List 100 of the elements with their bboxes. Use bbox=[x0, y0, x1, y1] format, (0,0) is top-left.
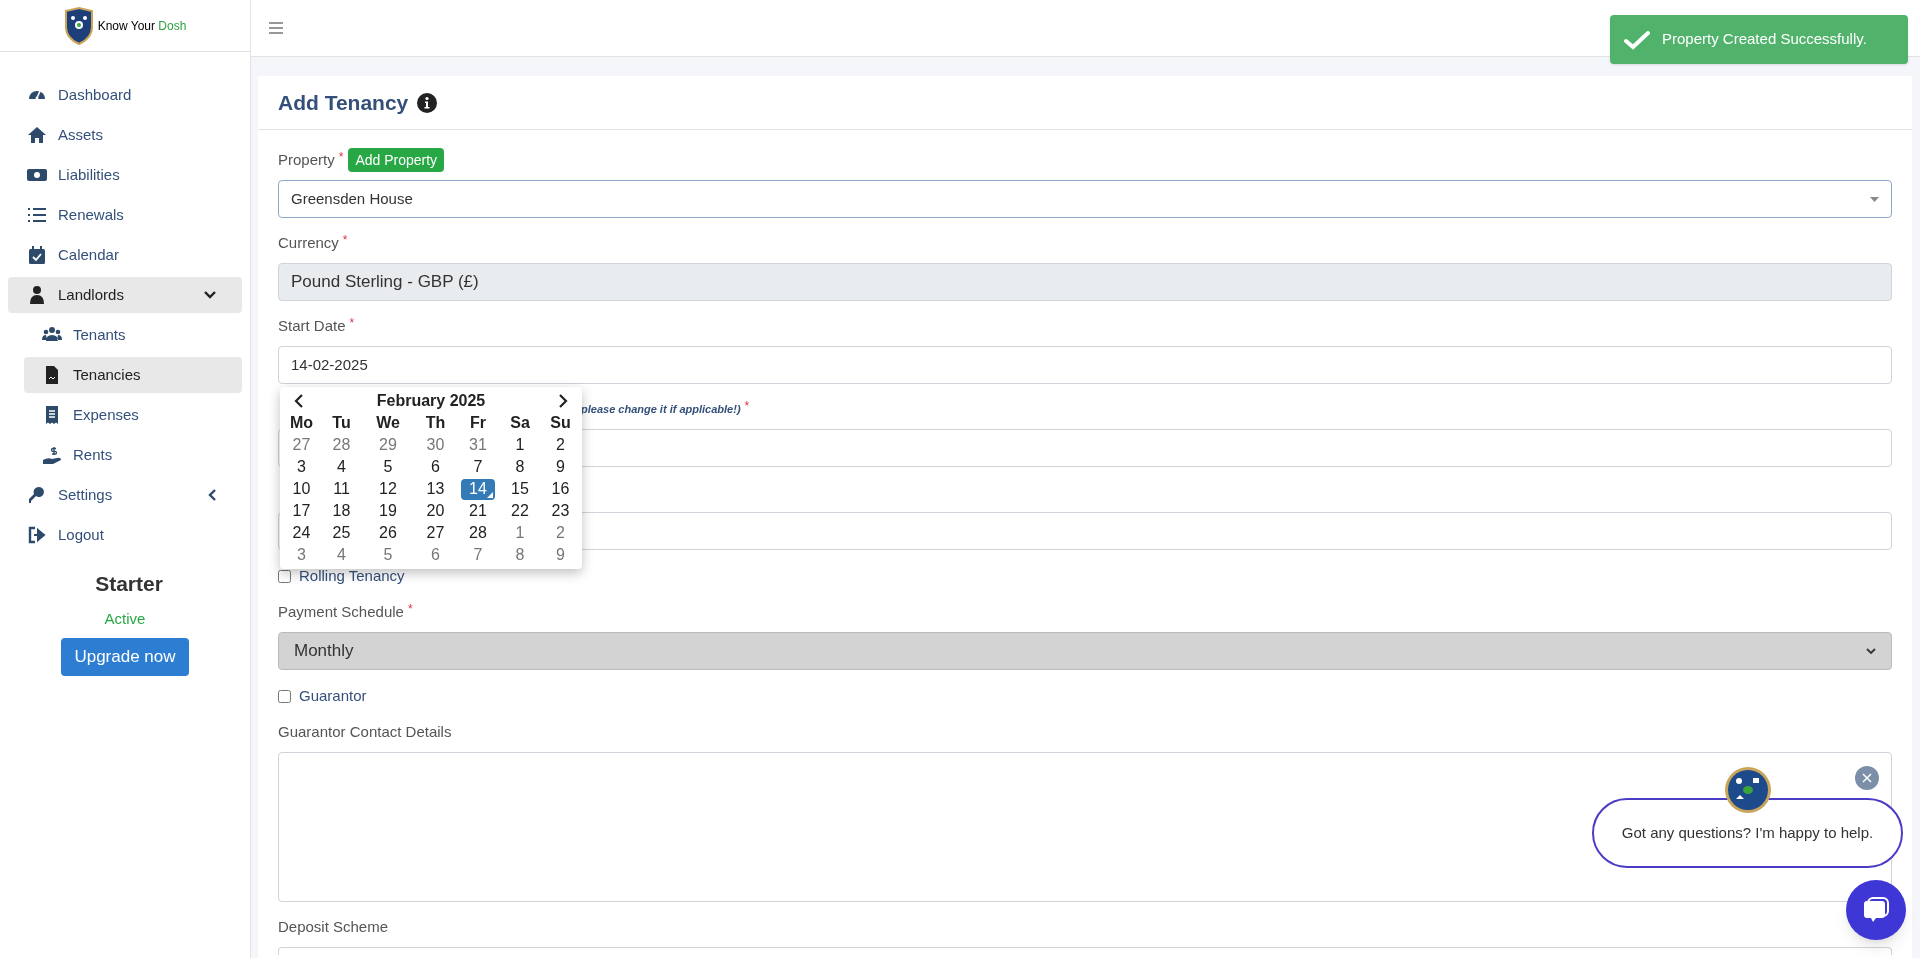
info-icon[interactable] bbox=[417, 92, 438, 113]
calendar-day[interactable]: 7 bbox=[473, 544, 483, 566]
input-field[interactable]: 14-02-2025 bbox=[278, 346, 1892, 384]
field-note: please change it if applicable!) bbox=[581, 401, 741, 417]
calendar-day[interactable]: 6 bbox=[431, 456, 440, 478]
calendar-day[interactable]: 15 bbox=[511, 478, 529, 500]
calendar-day[interactable]: 31 bbox=[469, 434, 487, 456]
house-icon bbox=[27, 125, 47, 145]
calendar-day[interactable]: 6 bbox=[431, 544, 440, 566]
chevron-down-icon bbox=[1866, 647, 1876, 655]
calendar-day[interactable]: 1 bbox=[515, 522, 525, 544]
field-label: Start Date bbox=[278, 315, 346, 336]
calendar-day[interactable]: 25 bbox=[332, 522, 351, 544]
plan-name: Starter bbox=[95, 571, 163, 597]
required-mark: * bbox=[407, 601, 413, 618]
chevron-left-icon bbox=[208, 489, 216, 501]
upgrade-button[interactable]: Upgrade now bbox=[61, 638, 189, 676]
previous-month-icon[interactable] bbox=[294, 394, 303, 408]
calendar-day[interactable]: 3 bbox=[297, 456, 306, 478]
weekday-label: Su bbox=[549, 413, 572, 433]
sidebar-item[interactable]: Logout bbox=[8, 517, 242, 553]
check-icon bbox=[1624, 29, 1650, 50]
calendar-day[interactable]: 2 bbox=[556, 522, 565, 544]
calendar-day[interactable]: 29 bbox=[379, 434, 397, 456]
calendar-day[interactable]: 27 bbox=[292, 434, 311, 456]
field-label: Property bbox=[278, 149, 335, 170]
sidebar-item[interactable]: Renewals bbox=[8, 197, 242, 233]
calendar-day[interactable]: 22 bbox=[511, 500, 529, 522]
sidebar-item[interactable]: Landlords bbox=[8, 277, 242, 313]
checkbox[interactable] bbox=[278, 689, 291, 703]
calendar-day[interactable]: 12 bbox=[379, 478, 397, 500]
calendar-day[interactable]: 24 bbox=[292, 522, 311, 544]
property-select[interactable]: Greensden House bbox=[278, 180, 1892, 218]
calendar-day[interactable]: 26 bbox=[379, 522, 397, 544]
sidebar-subitem[interactable]: Expenses bbox=[24, 397, 242, 433]
close-icon bbox=[1862, 773, 1872, 783]
checkbox-label: Rolling Tenancy bbox=[299, 565, 405, 586]
month-title[interactable]: February 2025 bbox=[376, 389, 486, 413]
input-field[interactable] bbox=[278, 947, 1892, 955]
calendar-day[interactable]: 21 bbox=[469, 500, 487, 522]
list-icon bbox=[27, 205, 47, 225]
calendar-day[interactable]: 16 bbox=[551, 478, 570, 500]
chat-bubble[interactable]: Got any questions? I'm happy to help. bbox=[1592, 798, 1903, 868]
sidebar-item[interactable]: Calendar bbox=[8, 237, 242, 273]
field-label: Guarantor Contact Details bbox=[278, 721, 452, 742]
calendar-day[interactable]: 9 bbox=[556, 544, 565, 566]
exit-icon bbox=[27, 525, 47, 545]
calendar-day[interactable]: 17 bbox=[292, 500, 311, 522]
caret-icon bbox=[1870, 196, 1879, 202]
calendar-day[interactable]: 9 bbox=[556, 456, 565, 478]
currency-field: Pound Sterling - GBP (£) bbox=[278, 263, 1892, 301]
calendar-day[interactable]: 1 bbox=[515, 434, 525, 456]
calendar-day[interactable]: 2 bbox=[556, 434, 565, 456]
calendar-day[interactable]: 5 bbox=[383, 544, 393, 566]
page-title: Add Tenancy bbox=[278, 89, 409, 116]
weekday-label: Tu bbox=[331, 413, 352, 433]
required-mark: * bbox=[342, 232, 348, 249]
calendar-day[interactable]: 14 bbox=[461, 478, 495, 500]
sidebar-item[interactable]: Dashboard bbox=[8, 77, 242, 113]
sidebar-subitem[interactable]: Rents bbox=[24, 437, 242, 473]
hand-coin-icon bbox=[42, 445, 62, 465]
sidebar-subitem[interactable]: Tenancies bbox=[24, 357, 242, 393]
calendar-day[interactable]: 4 bbox=[337, 456, 346, 478]
calendar-day[interactable]: 28 bbox=[332, 434, 351, 456]
calendar-day[interactable]: 28 bbox=[469, 522, 487, 544]
calendar-day[interactable]: 3 bbox=[297, 544, 306, 566]
calendar-day[interactable]: 10 bbox=[292, 478, 311, 500]
calendar-day[interactable]: 27 bbox=[426, 522, 445, 544]
calendar-day[interactable]: 18 bbox=[332, 500, 351, 522]
field-label: Currency bbox=[278, 232, 339, 253]
weekday-label: Mo bbox=[288, 413, 315, 433]
required-mark: * bbox=[744, 398, 750, 415]
sidebar-item[interactable]: Settings bbox=[8, 477, 242, 513]
sidebar-item[interactable]: Liabilities bbox=[8, 157, 242, 193]
schedule-select[interactable]: Monthly bbox=[278, 632, 1892, 670]
person-icon bbox=[27, 285, 47, 305]
calendar-icon bbox=[27, 245, 47, 265]
calendar-day[interactable]: 4 bbox=[337, 544, 346, 566]
checkbox[interactable] bbox=[278, 569, 291, 583]
menu-icon[interactable] bbox=[269, 22, 283, 34]
chevron-down-icon bbox=[204, 291, 216, 299]
field-label: Deposit Scheme bbox=[278, 916, 389, 937]
shield-logo-icon bbox=[63, 6, 94, 45]
chat-icon bbox=[1862, 896, 1890, 924]
calendar-day[interactable]: 11 bbox=[333, 478, 350, 500]
calendar-day[interactable]: 23 bbox=[551, 500, 570, 522]
next-month-icon[interactable] bbox=[559, 394, 568, 408]
calendar-day[interactable]: 7 bbox=[473, 456, 483, 478]
calendar-day[interactable]: 20 bbox=[426, 500, 445, 522]
calendar-day[interactable]: 8 bbox=[515, 456, 525, 478]
corner-mark-icon bbox=[486, 491, 493, 498]
calendar-day[interactable]: 19 bbox=[379, 500, 397, 522]
calendar-day[interactable]: 5 bbox=[383, 456, 393, 478]
sidebar-item[interactable]: Assets bbox=[8, 117, 242, 153]
calendar-day[interactable]: 8 bbox=[515, 544, 525, 566]
sidebar-subitem[interactable]: Tenants bbox=[24, 317, 242, 353]
calendar-day[interactable]: 13 bbox=[426, 478, 445, 500]
checkbox-label: Guarantor bbox=[299, 685, 367, 706]
field-label: Payment Schedule bbox=[278, 601, 404, 622]
calendar-day[interactable]: 30 bbox=[426, 434, 445, 456]
